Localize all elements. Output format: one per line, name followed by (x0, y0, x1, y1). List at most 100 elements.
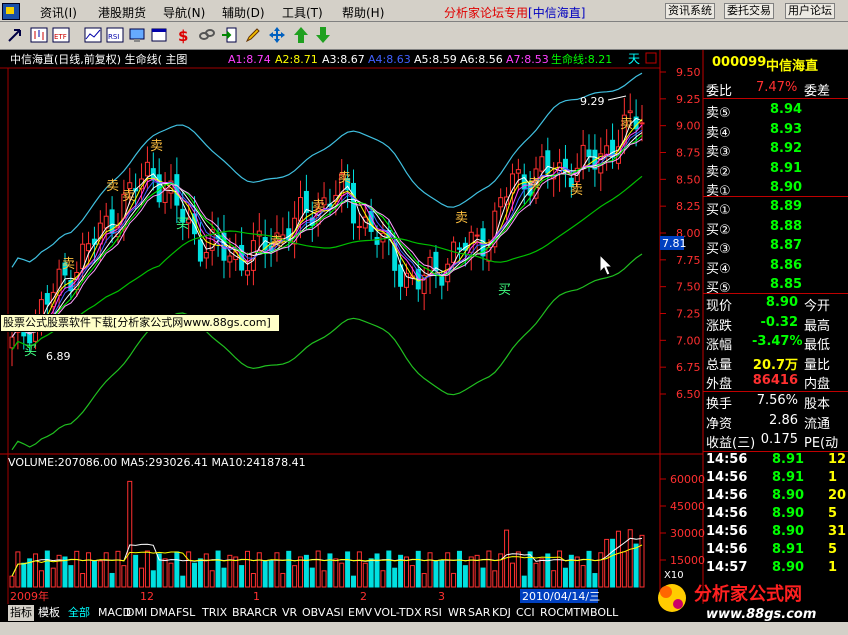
candle-body (539, 156, 545, 172)
stat-label-2: 内盘 (804, 377, 831, 392)
arrow-icon[interactable] (6, 26, 24, 44)
volume-bar (97, 560, 103, 588)
indicator-tab[interactable]: RSI (424, 605, 442, 621)
indicator-tab[interactable]: CCI (516, 605, 535, 621)
candle-body (439, 276, 445, 286)
menu-assist[interactable]: 辅助(D) (222, 4, 265, 21)
volume-bar (233, 556, 239, 588)
weibi-label: 委比 (706, 84, 733, 99)
volume-bar (610, 538, 616, 588)
ask-label: 卖④ (706, 125, 731, 141)
volume-bar (462, 565, 468, 588)
bid-price[interactable]: 8.89 (770, 199, 802, 214)
volume-bar (521, 575, 527, 588)
volume-bar (109, 572, 115, 588)
trade-button[interactable]: 委托交易 (724, 3, 774, 19)
cursor-date: 2010/04/14/三 (522, 590, 600, 603)
forum-button[interactable]: 用户论坛 (785, 3, 835, 19)
bid-price[interactable]: 8.85 (770, 277, 802, 292)
indicator-tab[interactable]: DMA (150, 605, 176, 621)
down-arrow-icon[interactable] (314, 26, 332, 44)
tick-time: 14:56 (706, 470, 748, 485)
bid-price[interactable]: 8.87 (770, 238, 802, 253)
link-icon[interactable] (198, 26, 216, 44)
volume-bar (539, 558, 545, 588)
app-icon[interactable] (2, 3, 20, 20)
indicator-tab[interactable]: CR (262, 605, 277, 621)
up-arrow-icon[interactable] (292, 26, 310, 44)
volume-bar (580, 565, 586, 588)
indicator-tab[interactable]: OBV (302, 605, 325, 621)
menu-help[interactable]: 帮助(H) (342, 4, 384, 21)
menu-news[interactable]: 资讯(I) (40, 4, 77, 21)
bid-price[interactable]: 8.88 (770, 219, 802, 234)
ask-price[interactable]: 8.92 (770, 141, 802, 156)
volume-bar (574, 556, 580, 588)
indicator-tab[interactable]: WR (448, 605, 467, 621)
tick-time: 14:56 (706, 542, 748, 557)
volume-bar (221, 567, 227, 588)
stat2-label-2: PE(动 (804, 436, 839, 451)
sell-signal: 卖 (106, 179, 119, 194)
indicator-tab[interactable]: BOLL (590, 605, 618, 621)
indicator-tab[interactable]: VR (282, 605, 297, 621)
line-chart-icon[interactable] (84, 26, 102, 44)
indicator-tab[interactable]: 模板 (38, 605, 60, 621)
indicator-tab[interactable]: FSL (176, 605, 195, 621)
indicator-tab[interactable]: MTM (564, 605, 590, 621)
volume-bar (80, 572, 86, 588)
candle-body (498, 197, 504, 208)
volume-bar (256, 552, 262, 588)
export-icon[interactable] (220, 26, 238, 44)
candle-body (144, 161, 150, 177)
indicator-tab[interactable]: ASI (326, 605, 344, 621)
menu-hk-futures[interactable]: 港股期货 (98, 4, 146, 21)
ask-price[interactable]: 8.90 (770, 180, 802, 195)
indicator-tab[interactable]: VOL-TDX (374, 605, 422, 621)
price-tick-label: 6.75 (676, 361, 701, 374)
news-system-button[interactable]: 资讯系统 (665, 3, 715, 19)
menu-navigate[interactable]: 导航(N) (163, 4, 205, 21)
tick-price: 8.91 (772, 452, 805, 467)
ask-price[interactable]: 8.93 (770, 122, 802, 137)
volume-bar (186, 551, 192, 588)
stock-name: 中信海直 (766, 59, 819, 74)
rsi-icon[interactable]: RSI (106, 26, 124, 44)
indicator-tab[interactable]: ROC (540, 605, 564, 621)
indicator-tab[interactable]: EMV (348, 605, 372, 621)
logo-text: 分析家公式网 (694, 583, 802, 605)
tick-time: 14:56 (706, 452, 748, 467)
indicator-tab[interactable]: KDJ (492, 605, 511, 621)
volume-bar (604, 538, 610, 588)
sell-signal: 卖 (338, 171, 351, 186)
volume-bar (115, 550, 121, 588)
stat-label-2: 最高 (804, 318, 831, 334)
screen-icon[interactable] (128, 26, 146, 44)
ask-label: 卖② (706, 164, 731, 180)
dollar-icon[interactable]: $ (174, 26, 192, 44)
bid-price[interactable]: 8.86 (770, 258, 802, 273)
quote-separator (703, 391, 848, 392)
etf-icon[interactable]: ETF (52, 26, 70, 44)
menu-tools[interactable]: 工具(T) (282, 4, 323, 21)
stat-label-2: 今开 (804, 299, 831, 314)
indicator-tab[interactable]: 指标 (8, 605, 34, 621)
k-chart-icon[interactable] (30, 26, 48, 44)
move-icon[interactable] (268, 26, 286, 44)
ma-a2: A2:8.71 (275, 53, 318, 66)
ask-price[interactable]: 8.91 (770, 161, 802, 176)
indicator-tab[interactable]: DMI (126, 605, 147, 621)
ask-price[interactable]: 8.94 (770, 102, 802, 117)
indicator-tab[interactable]: 全部 (68, 605, 90, 621)
indicator-tab[interactable]: TRIX (202, 605, 227, 621)
ma-a1: A1:8.74 (228, 53, 271, 66)
indicator-tab[interactable]: BRAR (232, 605, 262, 621)
volume-bar (451, 572, 457, 588)
pencil-icon[interactable] (244, 26, 262, 44)
indicator-tab[interactable]: SAR (468, 605, 490, 621)
watermark-banner[interactable]: 股票公式股票软件下载[分析家公式网www.88gs.com] (0, 314, 280, 332)
candle-body (44, 293, 50, 305)
volume-bar (74, 550, 80, 588)
window-icon[interactable] (150, 26, 168, 44)
candle-body (403, 272, 409, 288)
